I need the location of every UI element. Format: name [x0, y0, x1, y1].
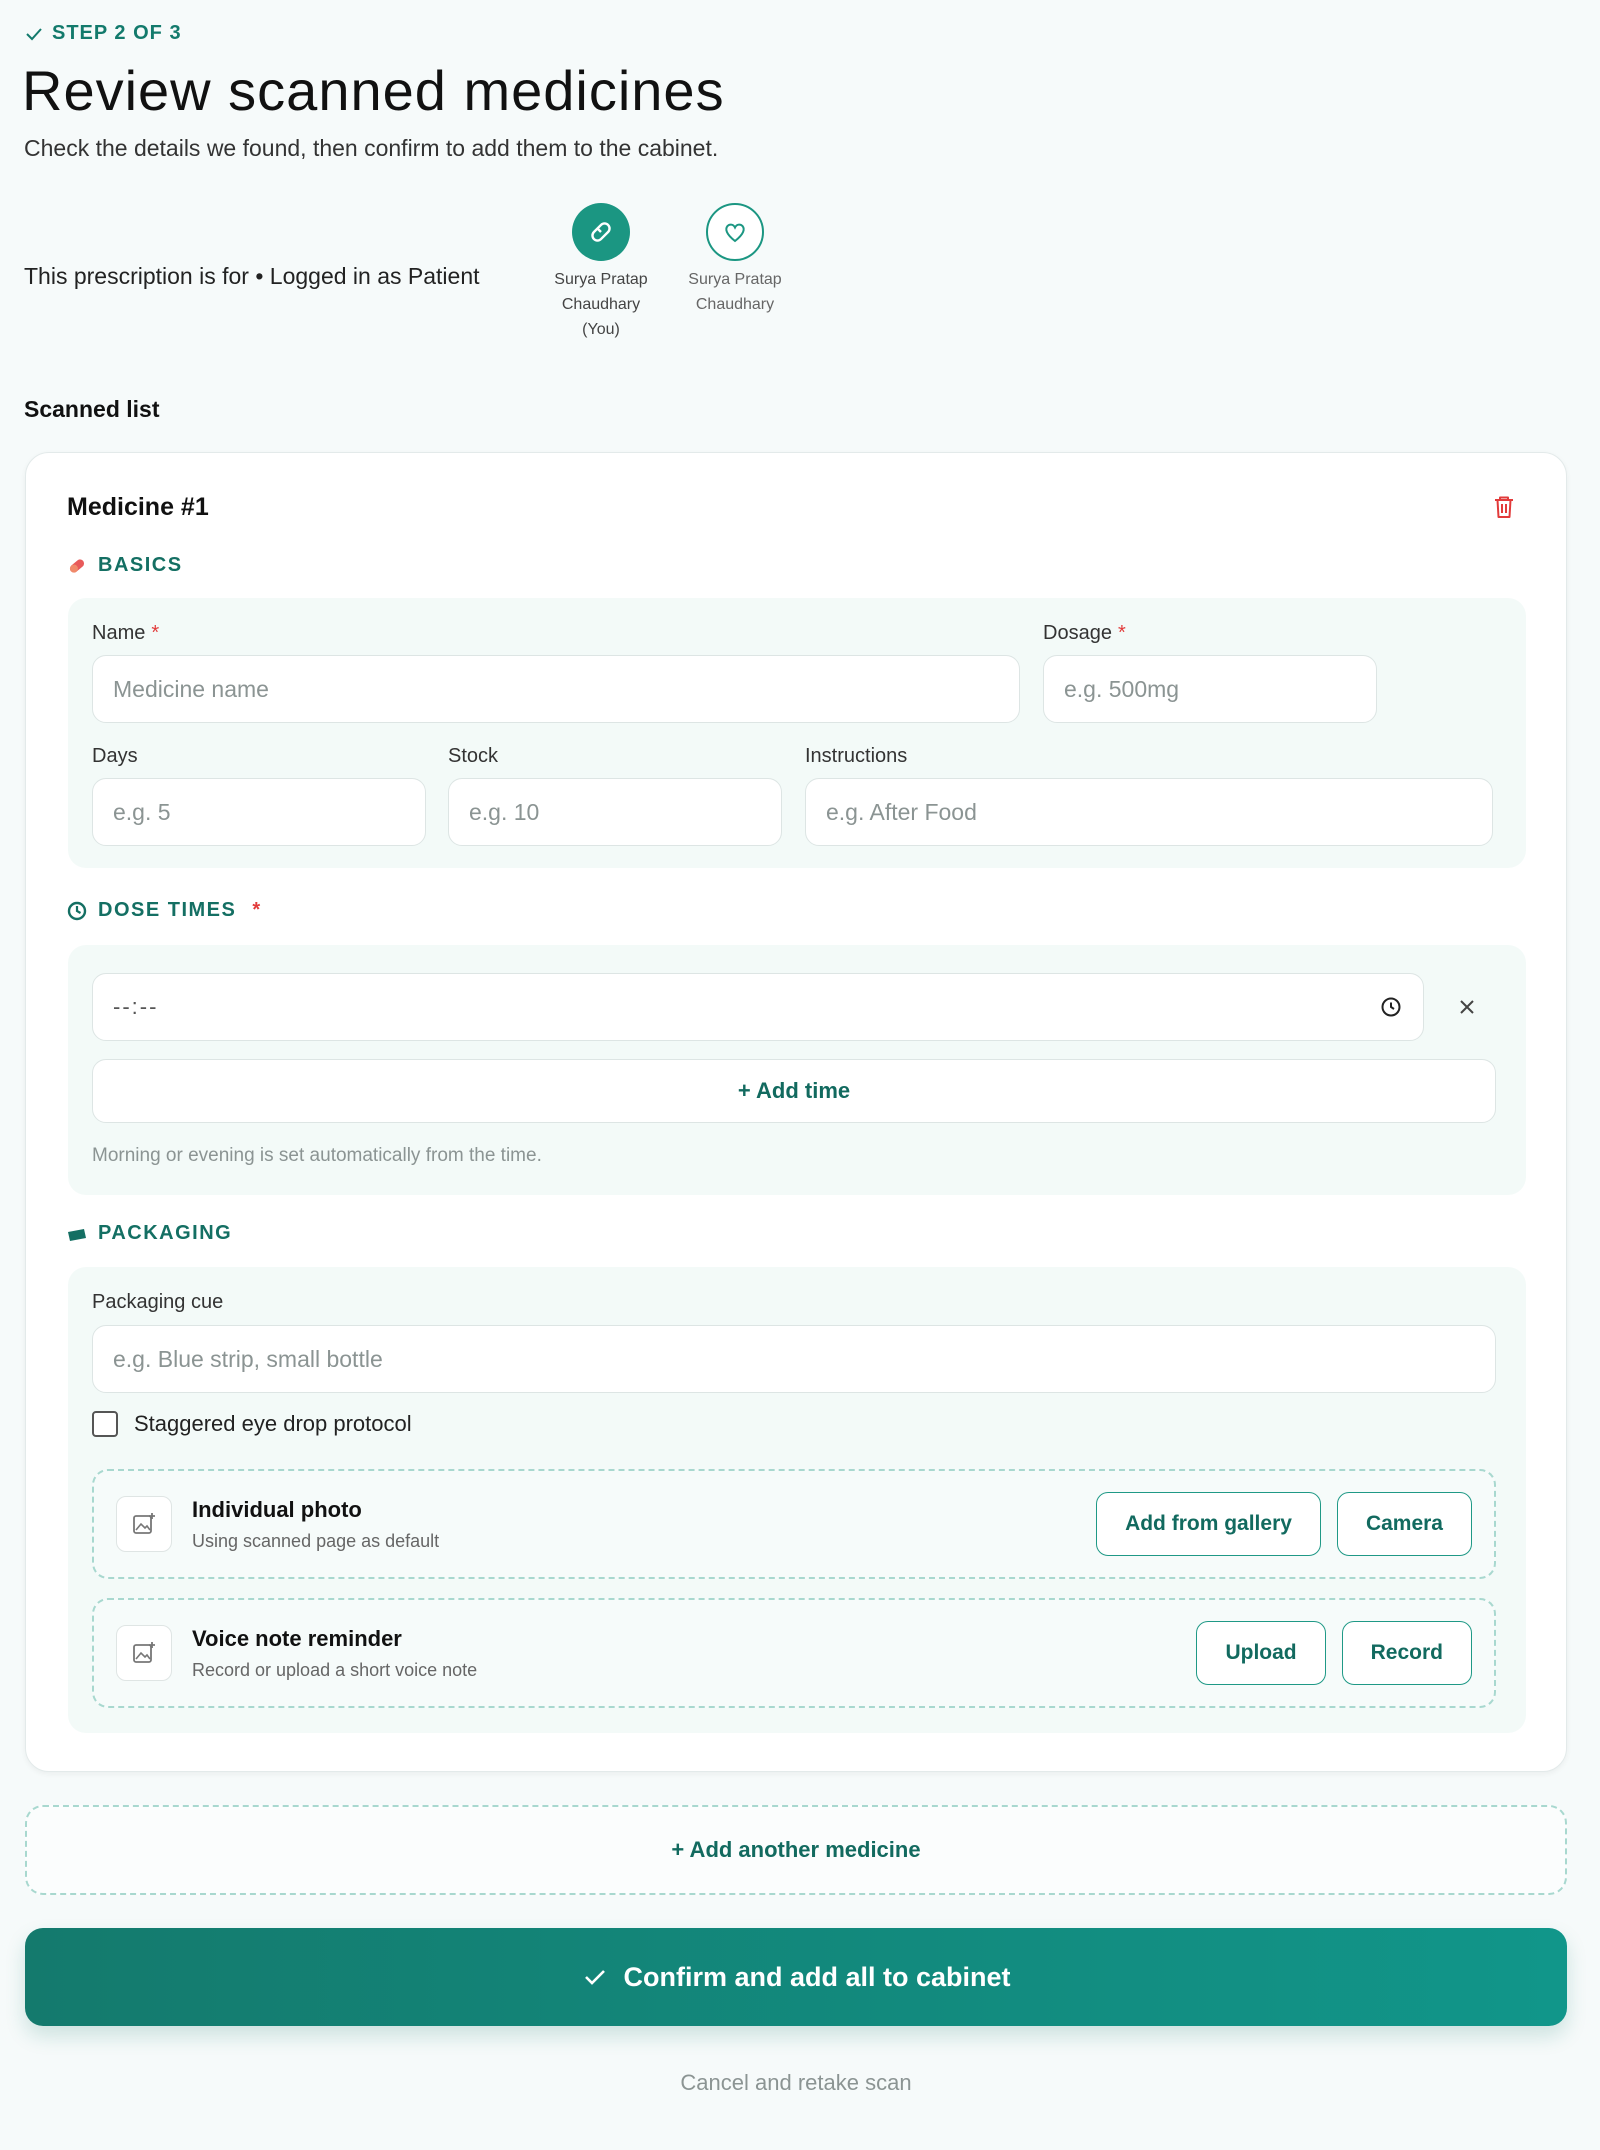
packaging-heading: PACKAGING [66, 1222, 232, 1245]
dosage-label: Dosage * [1043, 622, 1126, 645]
dose-times-heading: DOSE TIMES * [66, 899, 262, 922]
dose-time-hint: Morning or evening is set automatically … [92, 1145, 542, 1166]
instructions-label: Instructions [805, 745, 908, 767]
box-icon [68, 1228, 86, 1241]
image-icon [133, 1642, 155, 1663]
individual-photo-text: Individual photo Using scanned page as d… [192, 1497, 1080, 1552]
basics-label: BASICS [98, 554, 183, 576]
add-from-gallery-button[interactable]: Add from gallery [1096, 1492, 1321, 1556]
profile-name: Surya Pratap Chaudhary [554, 271, 648, 313]
medicine-title: Medicine #1 [67, 493, 209, 521]
individual-photo-subtitle: Using scanned page as default [192, 1530, 440, 1551]
prescription-for-label: This prescription is for • Logged in as … [24, 263, 480, 289]
profile-option-other[interactable]: Surya Pratap Chaudhary [680, 203, 790, 317]
image-icon [133, 1513, 155, 1534]
dose-time-value: --:-- [113, 994, 159, 1019]
profile-option-self[interactable]: Surya Pratap Chaudhary (You) [546, 203, 656, 342]
page-subtitle: Check the details we found, then confirm… [24, 135, 719, 161]
trash-icon[interactable] [1490, 493, 1518, 521]
voice-note-text: Voice note reminder Record or upload a s… [192, 1626, 1180, 1681]
voice-note-box: Voice note reminder Record or upload a s… [92, 1598, 1496, 1708]
add-time-button[interactable]: + Add time [92, 1059, 1496, 1123]
pill-icon [591, 222, 611, 242]
clock-icon [67, 901, 87, 920]
packaging-cue-label: Packaging cue [92, 1291, 224, 1313]
basics-panel: Name* Dosage* Days Stock Instructions [68, 598, 1526, 868]
stock-label: Stock [448, 745, 499, 767]
scanned-list-heading: Scanned list [24, 396, 160, 422]
dose-times-label: DOSE TIMES [98, 899, 237, 921]
dose-time-input[interactable]: --:-- [92, 973, 1424, 1041]
check-icon [26, 27, 42, 40]
packaging-cue-input[interactable] [92, 1325, 1496, 1393]
individual-photo-title: Individual photo [192, 1496, 362, 1522]
check-icon [585, 1970, 606, 1985]
camera-button[interactable]: Camera [1336, 1492, 1472, 1556]
dose-times-panel: --:-- + Add time Morning or evening is s… [68, 945, 1526, 1195]
staggered-protocol-checkbox[interactable] [92, 1411, 118, 1437]
dosage-input[interactable] [1043, 655, 1377, 723]
step-indicator: STEP 2 OF 3 [24, 22, 182, 45]
image-add-icon [116, 1496, 172, 1552]
step-label: STEP 2 OF 3 [52, 22, 182, 44]
individual-photo-box: Individual photo Using scanned page as d… [92, 1469, 1496, 1579]
required-mark: * [1117, 622, 1126, 644]
profile-name: Surya Pratap Chaudhary [688, 271, 782, 313]
staggered-protocol-label: Staggered eye drop protocol [134, 1411, 412, 1436]
add-another-medicine-button[interactable]: + Add another medicine [25, 1805, 1567, 1895]
dosage-label-text: Dosage [1043, 622, 1112, 644]
voice-note-subtitle: Record or upload a short voice note [192, 1659, 478, 1680]
heart-icon [725, 223, 745, 243]
name-input[interactable] [92, 655, 1020, 723]
clock-icon[interactable] [1379, 995, 1403, 1019]
profile-suffix: (You) [582, 321, 620, 338]
instructions-input[interactable] [805, 778, 1493, 846]
required-mark: * [252, 899, 262, 921]
upload-button[interactable]: Upload [1196, 1621, 1326, 1685]
confirm-label: Confirm and add all to cabinet [623, 1961, 1011, 1992]
packaging-label: PACKAGING [98, 1222, 233, 1244]
image-add-icon [116, 1625, 172, 1681]
profile-avatar [706, 203, 764, 261]
name-label-text: Name [92, 622, 146, 644]
record-button[interactable]: Record [1341, 1621, 1472, 1685]
cancel-retake-link[interactable]: Cancel and retake scan [0, 2070, 1592, 2096]
page-title: Review scanned medicines [22, 59, 725, 122]
pill-icon [69, 558, 85, 573]
required-mark: * [151, 622, 160, 644]
days-input[interactable] [92, 778, 426, 846]
voice-note-title: Voice note reminder [192, 1625, 402, 1651]
medicine-card: Medicine #1 BASICS Name* Dosage* Days [25, 452, 1567, 1772]
close-icon[interactable] [1455, 995, 1479, 1019]
confirm-add-all-button[interactable]: Confirm and add all to cabinet [25, 1928, 1567, 2026]
basics-heading: BASICS [66, 554, 183, 577]
staggered-protocol-row[interactable]: Staggered eye drop protocol [92, 1411, 412, 1437]
stock-input[interactable] [448, 778, 782, 846]
profile-avatar [572, 203, 630, 261]
days-label: Days [92, 745, 138, 767]
name-label: Name * [92, 622, 159, 645]
review-scanned-page: STEP 2 OF 3 Review scanned medicines Che… [0, 0, 1600, 2150]
packaging-panel: Packaging cue Staggered eye drop protoco… [68, 1267, 1526, 1733]
